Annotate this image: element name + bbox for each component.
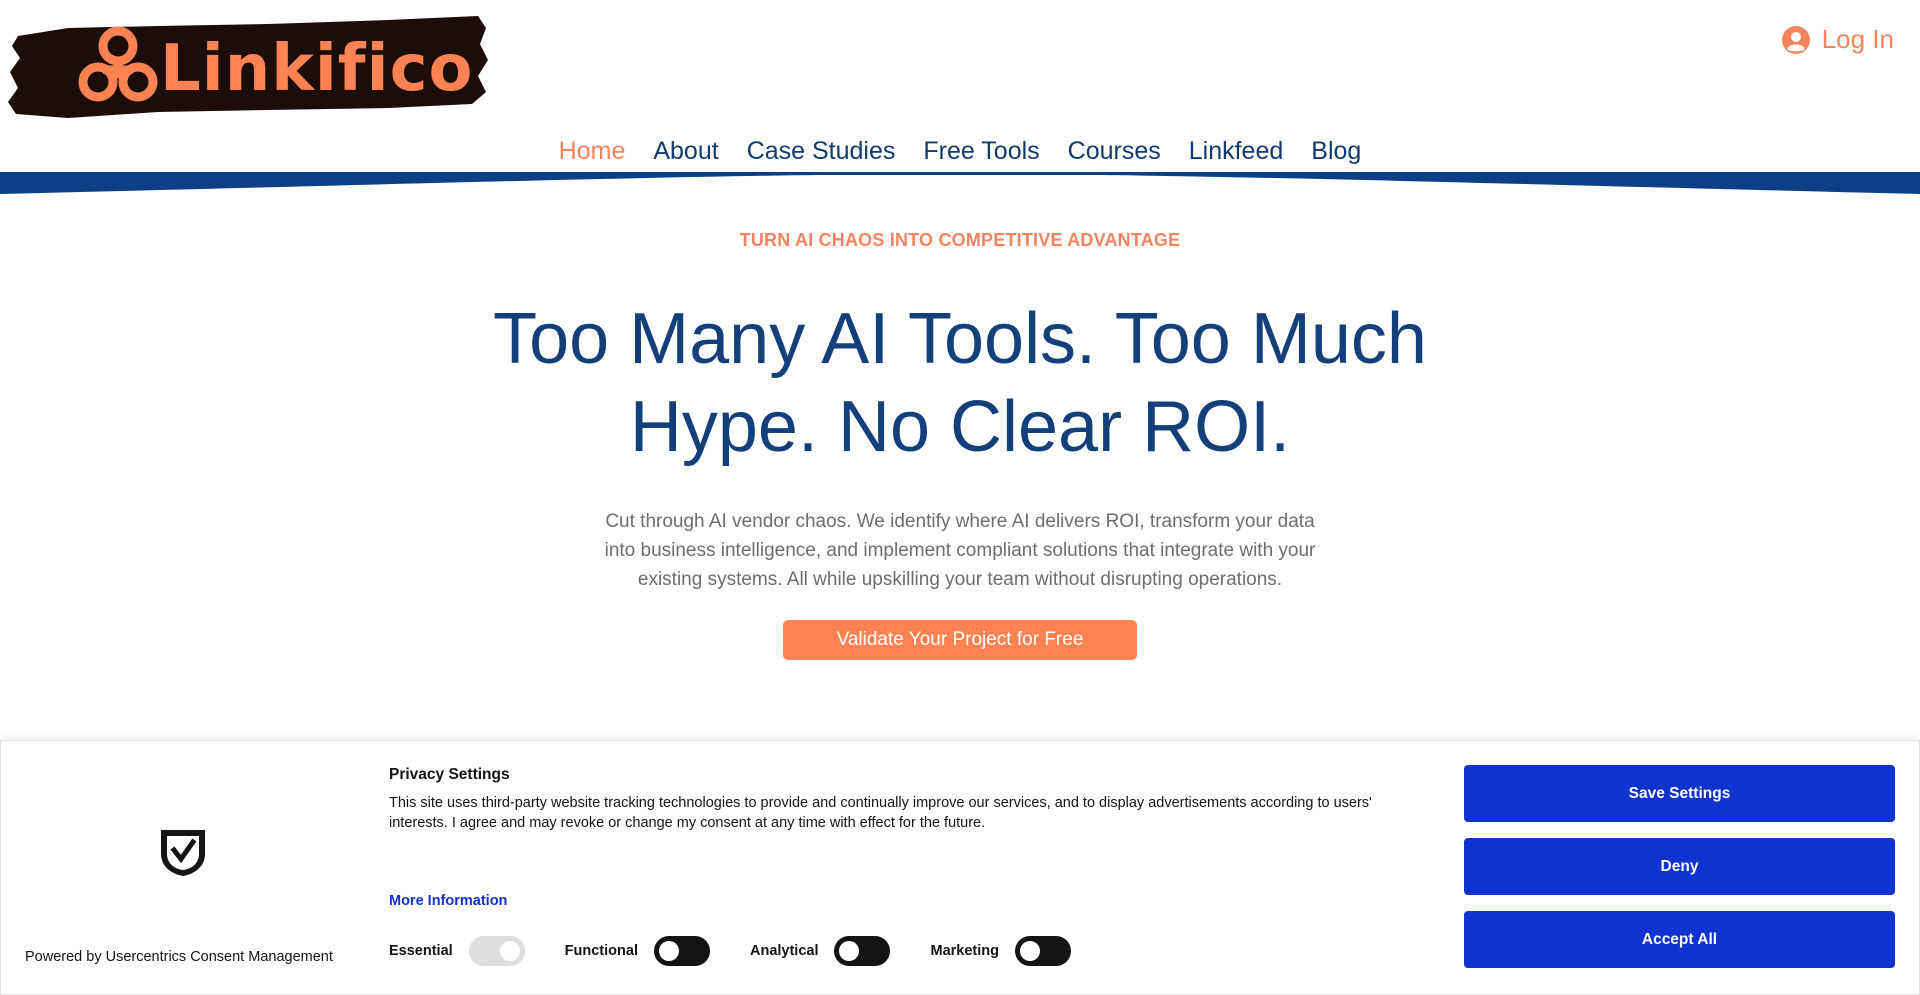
consent-toggles: Essential Functional Analytical Marketin… [389,936,1111,966]
hero-headline: Too Many AI Tools. Too Much Hype. No Cle… [493,299,1427,467]
user-circle-icon [1781,25,1810,54]
toggle-marketing-label: Marketing [930,943,999,959]
toggle-essential-label: Essential [389,943,453,959]
logo-knot-icon [78,26,158,102]
site-logo[interactable]: Linkifico [8,14,488,118]
shield-check-icon [161,830,205,876]
powered-by-text: Powered by Usercentrics Consent Manageme… [25,949,333,965]
nav-item-about[interactable]: About [639,134,732,168]
hero-subtext: Cut through AI vendor chaos. We identify… [604,511,1316,590]
toggle-functional-switch[interactable] [653,936,710,966]
toggle-functional-label: Functional [564,943,638,959]
nav-item-linkfeed[interactable]: Linkfeed [1175,134,1298,168]
toggle-essential-switch[interactable] [468,936,525,966]
privacy-text: This site uses third-party website track… [389,795,1372,831]
toggle-analytical-label: Analytical [749,943,819,959]
logo-wordmark: Linkifico [160,32,474,106]
toggle-knob [658,941,679,961]
privacy-title: Privacy Settings [389,766,510,783]
login-label: Log In [1821,24,1894,54]
deny-button[interactable]: Deny [1464,838,1895,895]
toggle-functional: Functional [565,936,710,966]
hero-eyebrow: TURN AI CHAOS INTO COMPETITIVE ADVANTAGE [739,230,1181,250]
header-wave-divider [0,172,1920,194]
hero-section: TURN AI CHAOS INTO COMPETITIVE ADVANTAGE… [0,220,1920,660]
validate-project-button[interactable]: Validate Your Project for Free [783,620,1137,660]
accept-all-button[interactable]: Accept All [1464,911,1895,968]
nav-item-blog[interactable]: Blog [1297,134,1375,168]
toggle-analytical: Analytical [750,936,891,966]
more-information-link[interactable]: More Information [389,893,507,909]
toggle-marketing-switch[interactable] [1014,936,1071,966]
login-button[interactable]: Log In [1781,24,1894,55]
nav-item-case-studies[interactable]: Case Studies [733,134,910,168]
nav-item-courses[interactable]: Courses [1054,134,1175,168]
toggle-analytical-switch[interactable] [834,936,891,966]
main-nav: Home About Case Studies Free Tools Cours… [0,134,1920,168]
site-header: Linkifico Log In Home About Case Studies… [0,0,1920,200]
toggle-knob [839,941,860,961]
toggle-knob [499,941,520,961]
nav-item-free-tools[interactable]: Free Tools [909,134,1053,168]
save-settings-button[interactable]: Save Settings [1464,765,1895,822]
toggle-knob [1019,941,1040,961]
nav-item-home[interactable]: Home [545,134,640,168]
toggle-marketing: Marketing [930,936,1071,966]
toggle-essential: Essential [389,936,525,966]
